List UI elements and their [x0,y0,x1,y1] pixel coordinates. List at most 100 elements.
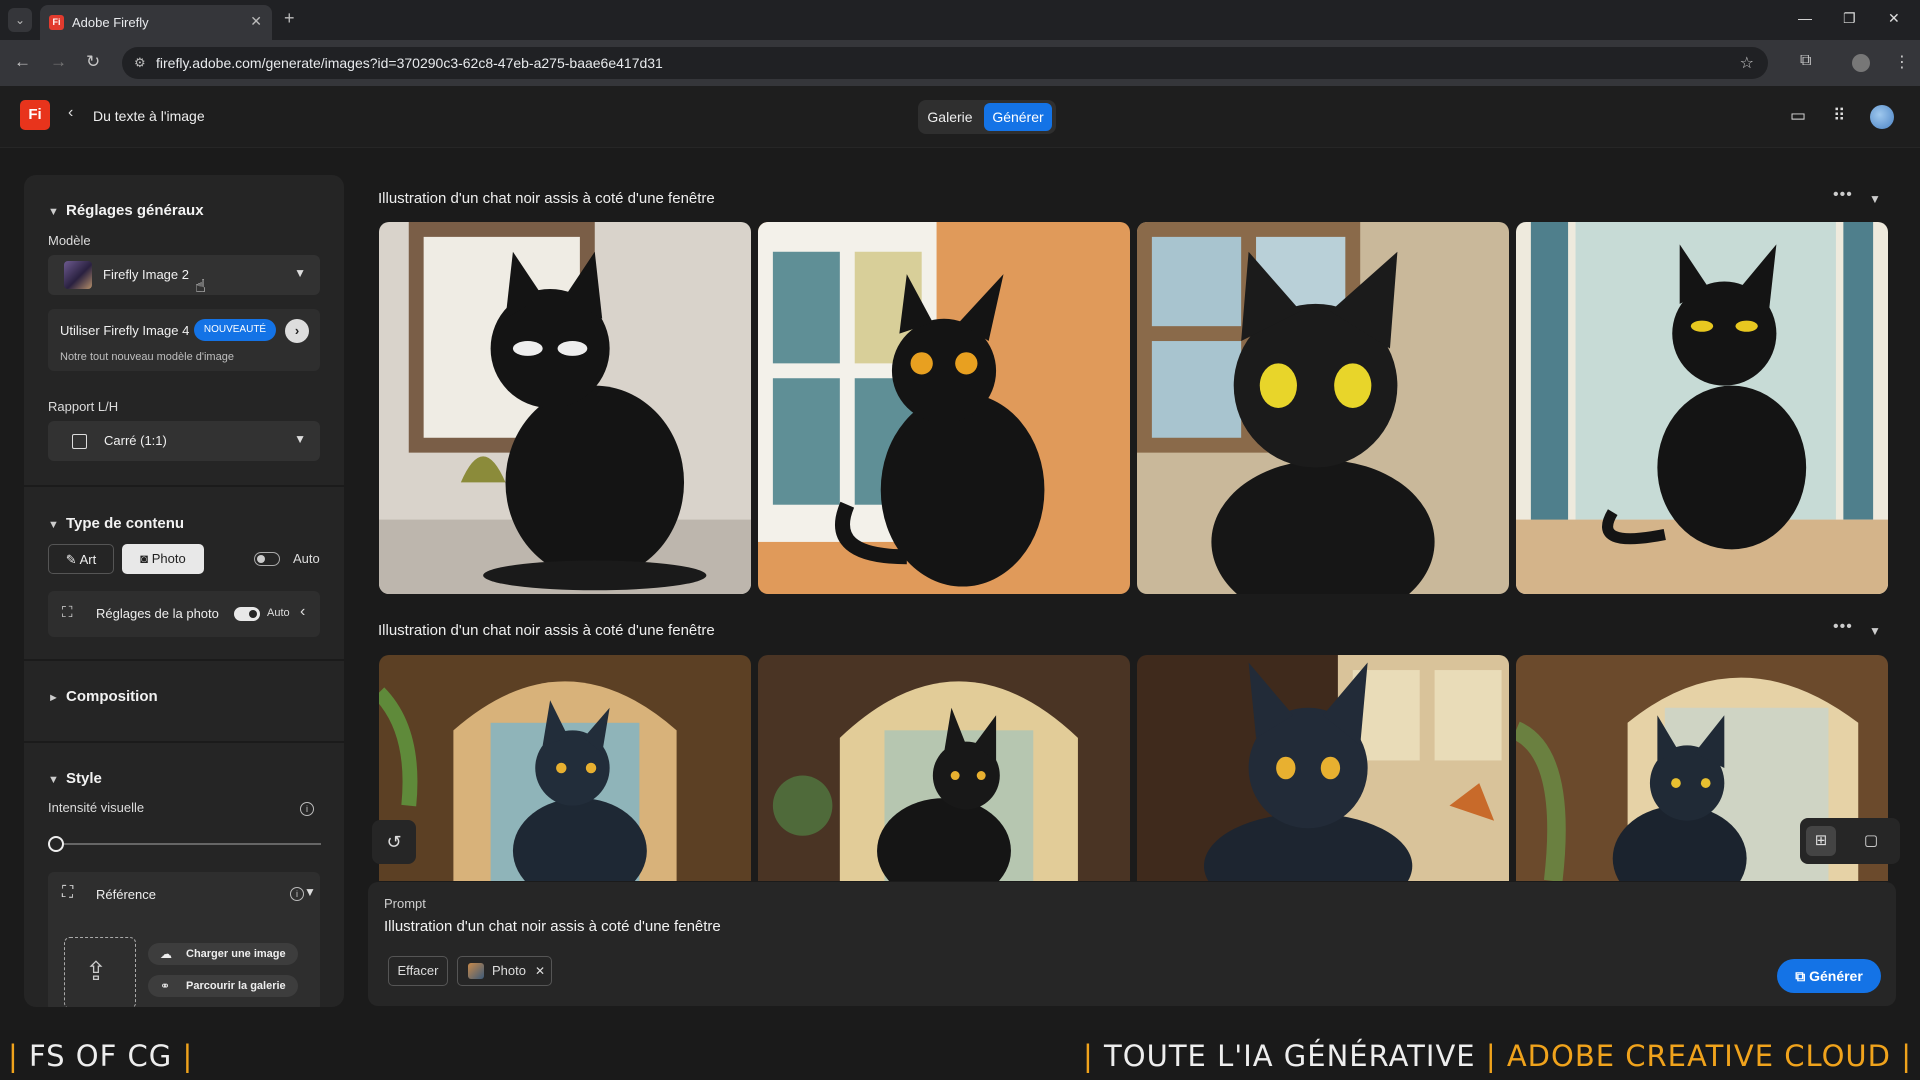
cat-image-5 [379,655,751,881]
result-row-title: Illustration d'un chat noir assis à coté… [378,190,715,207]
reference-icon: ⛶ [62,884,74,901]
firefly-logo[interactable]: Fi [20,100,50,130]
banner-right: | TOUTE L'IA GÉNÉRATIVE | ADOBE CREATIVE… [1083,1039,1912,1073]
cloud-upload-icon: ☁ [160,947,172,961]
apps-grid-icon[interactable]: ⠿ [1833,106,1845,126]
divider [24,485,344,487]
banner-separator: | [182,1039,194,1073]
intensity-slider-track[interactable] [57,843,321,845]
square-ratio-icon [72,434,87,449]
banner-product: ADOBE CREATIVE CLOUD [1506,1039,1891,1073]
promo-subtitle: Notre tout nouveau modèle d'image [60,351,234,363]
extensions-icon[interactable]: ⧉ [1800,52,1811,70]
tab-generate[interactable]: Générer [984,103,1052,131]
model-dropdown[interactable]: Firefly Image 2 ▼ [48,255,320,295]
browse-gallery-button[interactable]: ⚭ Parcourir la galerie [148,975,298,997]
general-settings-header[interactable]: ▼ Réglages généraux [48,202,204,219]
composition-header[interactable]: ► Composition [48,688,158,705]
clear-button[interactable]: Effacer [388,956,448,986]
photo-chip-thumbnail [468,963,484,979]
photo-chip[interactable]: Photo ✕ [457,956,552,986]
prompt-input[interactable]: Illustration d'un chat noir assis à coté… [384,918,721,935]
close-window-icon[interactable]: ✕ [1888,10,1900,27]
photo-button[interactable]: ◙ Photo [122,544,204,574]
auto-content-toggle[interactable] [254,552,280,566]
remove-chip-icon[interactable]: ✕ [535,957,545,985]
info-icon[interactable]: i [300,802,314,816]
result-row-title: Illustration d'un chat noir assis à coté… [378,622,715,639]
photo-settings-toggle[interactable] [234,607,260,621]
site-info-icon[interactable]: ⚙ [134,55,146,71]
prompt-panel: Prompt Illustration d'un chat noir assis… [368,882,1896,1006]
camera-icon: ◙ [140,551,152,566]
result-image[interactable] [758,222,1130,594]
divider [24,659,344,661]
art-button[interactable]: ✎ Art [48,544,114,574]
tab-search-chevron-icon[interactable]: ⌄ [8,8,32,32]
result-image[interactable] [379,655,751,881]
result-image[interactable] [758,655,1130,881]
ratio-label: Rapport L/H [48,399,119,414]
result-image[interactable] [379,222,751,594]
reload-icon[interactable]: ↻ [86,52,100,72]
upload-image-button[interactable]: ☁ Charger une image [148,943,298,965]
close-tab-icon[interactable]: ✕ [250,13,262,30]
browse-label: Parcourir la galerie [186,980,286,992]
single-view-icon[interactable]: ▢ [1856,826,1886,856]
back-icon[interactable]: ← [14,52,31,72]
chevron-down-icon[interactable]: ▼ [1869,624,1881,638]
model-value: Firefly Image 2 [103,267,189,282]
ratio-dropdown[interactable]: Carré (1:1) ▼ [48,421,320,461]
content-type-header[interactable]: ▼ Type de contenu [48,515,184,532]
browser-tab[interactable]: Fi Adobe Firefly ✕ [40,5,272,40]
back-chevron-icon[interactable]: ‹ [68,104,73,122]
view-toggle: ⊞ ▢ [1800,818,1900,864]
generate-button[interactable]: ⧉ Générer [1777,959,1881,993]
new-badge: NOUVEAUTÉ [194,319,276,341]
banner-separator: | [8,1039,19,1073]
more-options-icon[interactable]: ••• [1833,618,1853,636]
tab-gallery[interactable]: Galerie [924,104,976,130]
upload-dropzone[interactable]: ⇪ [64,937,136,1007]
result-image[interactable] [1137,655,1509,881]
new-tab-icon[interactable]: + [284,8,295,29]
chevron-down-icon[interactable]: ▼ [304,885,316,899]
forward-icon[interactable]: → [50,52,67,72]
intensity-label: Intensité visuelle [48,800,145,815]
chevron-down-icon[interactable]: ▼ [1869,192,1881,206]
cat-image-7 [1137,655,1509,881]
more-options-icon[interactable]: ••• [1833,186,1853,204]
banner-left: | FS OF CG | [8,1039,193,1073]
result-image[interactable] [1516,222,1888,594]
general-settings-title: Réglages généraux [66,202,204,219]
chevron-right-icon[interactable]: › [285,319,309,343]
minimize-icon[interactable]: — [1798,10,1812,26]
firefly-favicon-icon: Fi [49,15,64,30]
profile-avatar[interactable] [1852,54,1870,72]
grid-view-icon[interactable]: ⊞ [1806,826,1836,856]
result-image[interactable] [1137,222,1509,594]
breadcrumb[interactable]: Du texte à l'image [93,108,205,124]
browser-menu-icon[interactable]: ⋮ [1894,52,1910,72]
photo-chip-label: Photo [492,963,526,978]
generate-icon: ⧉ [1795,968,1810,984]
intensity-slider-handle[interactable] [48,836,64,852]
content-type-title: Type de contenu [66,515,185,532]
chevron-left-icon[interactable]: ‹ [300,603,305,621]
info-icon[interactable]: i [290,887,304,901]
style-header[interactable]: ▼ Style [48,770,102,787]
bookmark-star-icon[interactable]: ☆ [1740,53,1754,73]
history-icon[interactable]: ↺ [372,820,416,864]
url-field[interactable]: ⚙ firefly.adobe.com/generate/images?id=3… [122,47,1768,79]
banner-topic: TOUTE L'IA GÉNÉRATIVE [1104,1039,1476,1073]
photo-settings-card[interactable]: ⛶ Réglages de la photo Auto ‹ [48,591,320,637]
style-title: Style [66,770,102,787]
ratio-value: Carré (1:1) [104,433,167,448]
cat-image-4 [1516,222,1888,594]
chevron-down-icon: ▼ [48,774,59,786]
user-avatar[interactable] [1870,105,1894,129]
chevron-right-icon: ► [48,692,59,704]
image4-promo[interactable]: Utiliser Firefly Image 4 NOUVEAUTÉ › Not… [48,309,320,371]
restore-icon[interactable]: ❐ [1843,10,1856,27]
feedback-icon[interactable]: ▭ [1790,106,1806,126]
